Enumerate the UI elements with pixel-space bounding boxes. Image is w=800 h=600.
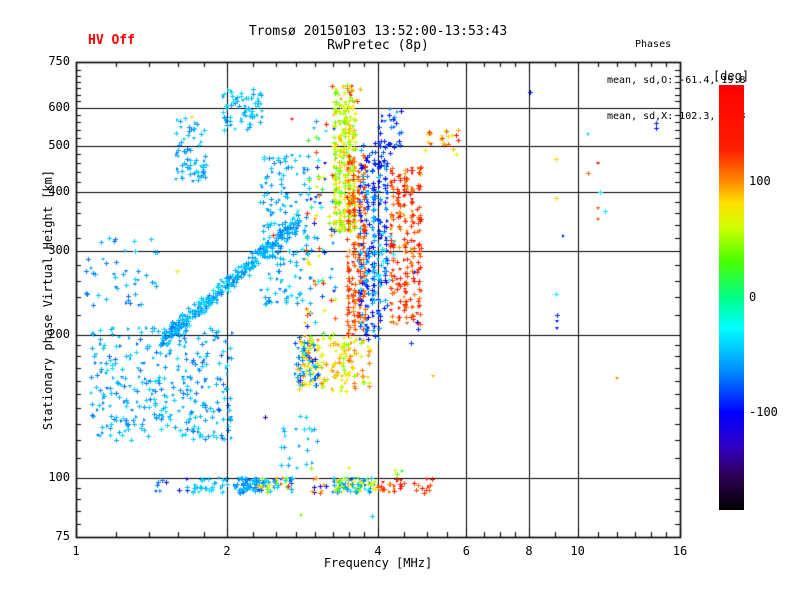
y-tick-label: 75 xyxy=(55,529,70,543)
x-tick-label: 8 xyxy=(525,544,533,558)
y-tick-label: 100 xyxy=(48,469,70,484)
x-tick-label: 6 xyxy=(462,544,470,558)
plot-title: Tromsø 20150103 13:52:00-13:53:43 xyxy=(248,24,508,39)
y-axis-label: Stationary phase Virtual Height [km] xyxy=(41,169,55,431)
x-tick-label: 16 xyxy=(672,544,688,558)
y-tick-label: 600 xyxy=(48,100,70,115)
y-tick-label: 200 xyxy=(48,326,70,341)
y-tick-label: 500 xyxy=(48,137,70,152)
colorbar xyxy=(719,85,744,510)
x-tick-label: 1 xyxy=(72,544,80,558)
colorbar-tick-label: 100 xyxy=(749,174,771,188)
phase-stats-title: Phases xyxy=(635,39,672,50)
colorbar-tick-label: -100 xyxy=(749,404,778,419)
x-tick-label: 10 xyxy=(570,544,585,558)
plot-subtitle: RwPretec (8p) xyxy=(327,38,429,53)
x-tick-label: 4 xyxy=(374,544,382,558)
x-axis-label: Frequency [MHz] xyxy=(323,556,433,570)
colorbar-tick-label: 0 xyxy=(749,289,757,304)
y-tick-label: 300 xyxy=(48,243,70,258)
colorbar-unit-label: [deg] xyxy=(712,69,750,83)
y-tick-label: 400 xyxy=(48,183,70,198)
y-tick-label: 750 xyxy=(48,54,70,68)
x-tick-label: 2 xyxy=(223,544,231,558)
ionogram-window: HV Off Tromsø 20150103 13:52:00-13:53:43… xyxy=(0,0,800,600)
